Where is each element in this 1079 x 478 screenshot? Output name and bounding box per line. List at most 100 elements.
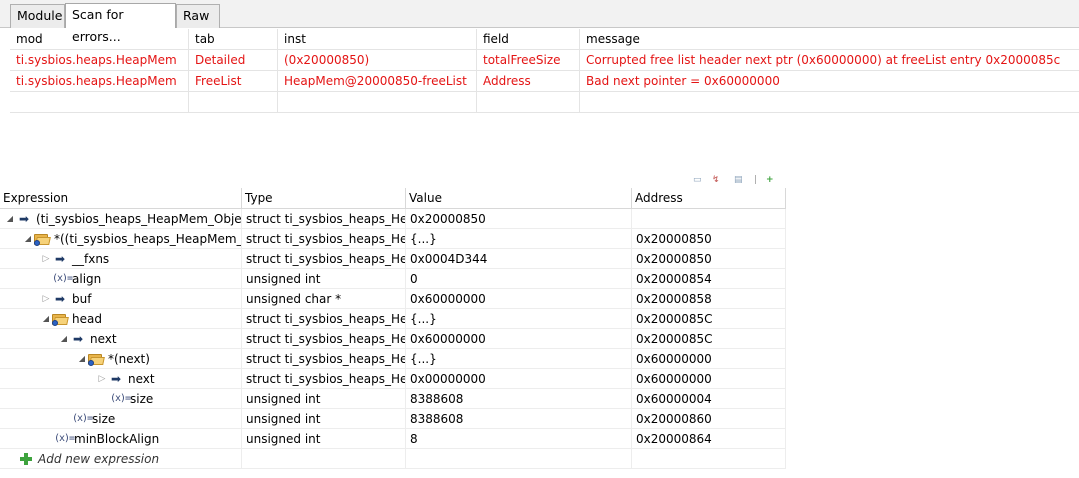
value-cell[interactable]: 0x0004D344 [406,249,632,269]
tree-row[interactable]: ◢ ➡ (ti_sysbios_heaps_HeapMem_Object *)0… [0,209,786,229]
tree-row[interactable]: ▷ ➡ next struct ti_sysbios_heaps_HeapMem… [0,369,786,389]
tree-row[interactable]: (x)= size unsigned int 8388608 0x6000000… [0,389,786,409]
type-cell: struct ti_sysbios_heaps_HeapMem_Header [242,309,406,329]
address-cell: 0x20000850 [632,249,786,269]
tab-raw[interactable]: Raw [176,4,220,28]
collapse-all-icon[interactable]: ▭ [693,176,702,185]
address-cell: 0x60000000 [632,349,786,369]
tab-scan-for-errors[interactable]: Scan for errors... [65,3,176,44]
value-cell[interactable]: {...} [406,349,632,369]
pointer-icon: ➡ [18,212,30,226]
address-cell: 0x60000004 [632,389,786,409]
column-header-inst[interactable]: inst [278,29,477,49]
column-header-expression[interactable]: Expression [0,188,242,209]
cell-inst: (0x20000850) [278,50,477,70]
column-header-message[interactable]: message [580,29,1079,49]
value-cell[interactable]: 0x00000000 [406,369,632,389]
tree-row[interactable]: ◢ *(next) struct ti_sysbios_heaps_HeapMe… [0,349,786,369]
column-header-tab[interactable]: tab [189,29,278,49]
expanded-twisty-icon[interactable]: ◢ [58,329,70,349]
expression-cell: ◢ ➡ (ti_sysbios_heaps_HeapMem_Object *)0… [0,209,242,229]
expression-cell: (x)= minBlockAlign [0,429,242,449]
cell-empty [10,92,189,112]
expanded-twisty-icon[interactable]: ◢ [40,309,52,329]
column-header-field[interactable]: field [477,29,580,49]
cell-mod: ti.sysbios.heaps.HeapMem [10,71,189,91]
cell-message: Corrupted free list header next ptr (0x6… [586,53,1061,67]
expression-label: head [72,312,102,326]
expression-label: size [92,412,116,426]
toolbar-separator: | [754,175,758,185]
type-cell: struct ti_sysbios_heaps_HeapMem_Header * [242,329,406,349]
value-cell[interactable]: {...} [406,229,632,249]
tree-row[interactable]: ▷ ➡ __fxns struct ti_sysbios_heaps_HeapM… [0,249,786,269]
expanded-twisty-icon[interactable]: ◢ [4,209,16,229]
tab-module[interactable]: Module [10,4,65,28]
tree-row[interactable]: (x)= size unsigned int 8388608 0x2000086… [0,409,786,429]
variable-icon: (x)= [52,273,73,284]
address-cell: 0x2000085C [632,309,786,329]
collapsed-twisty-icon[interactable]: ▷ [96,369,108,389]
value-cell[interactable]: 0x60000000 [406,289,632,309]
type-cell [242,449,406,469]
struct-icon [52,313,69,326]
value-cell[interactable]: 8 [406,429,632,449]
select-all-icon[interactable]: ↯ [712,176,720,185]
expression-label: (ti_sysbios_heaps_HeapMem_Object *)0x200… [36,212,242,226]
type-cell: unsigned int [242,389,406,409]
address-cell: 0x20000850 [632,229,786,249]
expression-cell: ◢ head [0,309,242,329]
expression-label: *((ti_sysbios_heaps_HeapMem_Object *)0x2… [54,232,242,246]
cell-tab: Detailed [189,50,278,70]
tree-row[interactable]: (x)= minBlockAlign unsigned int 8 0x2000… [0,429,786,449]
cell-mod: ti.sysbios.heaps.HeapMem [10,50,189,70]
show-type-icon[interactable]: ▤ [734,176,743,185]
tree-row[interactable]: ◢ *((ti_sysbios_heaps_HeapMem_Object *)0… [0,229,786,249]
expression-label: *(next) [108,352,150,366]
address-cell: 0x20000858 [632,289,786,309]
expression-label: align [72,272,102,286]
tree-row[interactable]: ◢ head struct ti_sysbios_heaps_HeapMem_H… [0,309,786,329]
expression-label: size [130,392,154,406]
expanded-twisty-icon[interactable]: ◢ [22,229,34,249]
value-cell[interactable]: 0x60000000 [406,329,632,349]
expressions-header: Expression Type Value Address [0,188,786,209]
expression-label: next [128,372,155,386]
expanded-twisty-icon[interactable]: ◢ [76,349,88,369]
cell-field: Address [477,71,580,91]
pointer-icon: ➡ [54,252,66,266]
tab-bar: Module Scan for errors... Raw [0,0,1079,44]
column-header-mod[interactable]: mod [10,29,189,49]
value-cell [406,449,632,469]
column-header-value[interactable]: Value [406,188,632,209]
expression-cell: (x)= size [0,389,242,409]
type-cell: struct ti_sysbios_heaps_HeapMem_Object * [242,209,406,229]
expressions-view: Expression Type Value Address ◢ ➡ (ti_sy… [0,188,786,469]
tree-row[interactable]: ▷ ➡ buf unsigned char * 0x60000000 0x200… [0,289,786,309]
collapsed-twisty-icon[interactable]: ▷ [40,289,52,309]
column-header-type[interactable]: Type [242,188,406,209]
cell-message: Bad next pointer = 0x60000000 [586,74,780,88]
cell-empty [477,92,580,112]
value-cell[interactable]: 0 [406,269,632,289]
table-row[interactable]: ti.sysbios.heaps.HeapMem Detailed (0x200… [10,50,1079,71]
value-cell[interactable]: 0x20000850 [406,209,632,229]
type-cell: struct ti_sysbios_heaps_HeapMem_Fxns__ * [242,249,406,269]
expression-label: __fxns [72,252,110,266]
collapsed-twisty-icon[interactable]: ▷ [40,249,52,269]
address-cell: 0x20000864 [632,429,786,449]
table-row[interactable]: ti.sysbios.heaps.HeapMem FreeList HeapMe… [10,71,1079,92]
column-header-address[interactable]: Address [632,188,786,209]
struct-icon [88,353,105,366]
expressions-toolbar: ▭ ↯ ▤ | + [690,176,785,186]
value-cell[interactable]: 8388608 [406,389,632,409]
add-new-expression-label[interactable]: Add new expression [38,449,159,469]
add-new-expression-row[interactable]: Add new expression [0,449,786,469]
tree-row[interactable]: (x)= align unsigned int 0 0x20000854 [0,269,786,289]
value-cell[interactable]: 8388608 [406,409,632,429]
expression-label: next [90,332,117,346]
tree-row[interactable]: ◢ ➡ next struct ti_sysbios_heaps_HeapMem… [0,329,786,349]
add-expression-icon[interactable]: + [766,176,774,185]
value-cell[interactable]: {...} [406,309,632,329]
type-cell: unsigned int [242,409,406,429]
